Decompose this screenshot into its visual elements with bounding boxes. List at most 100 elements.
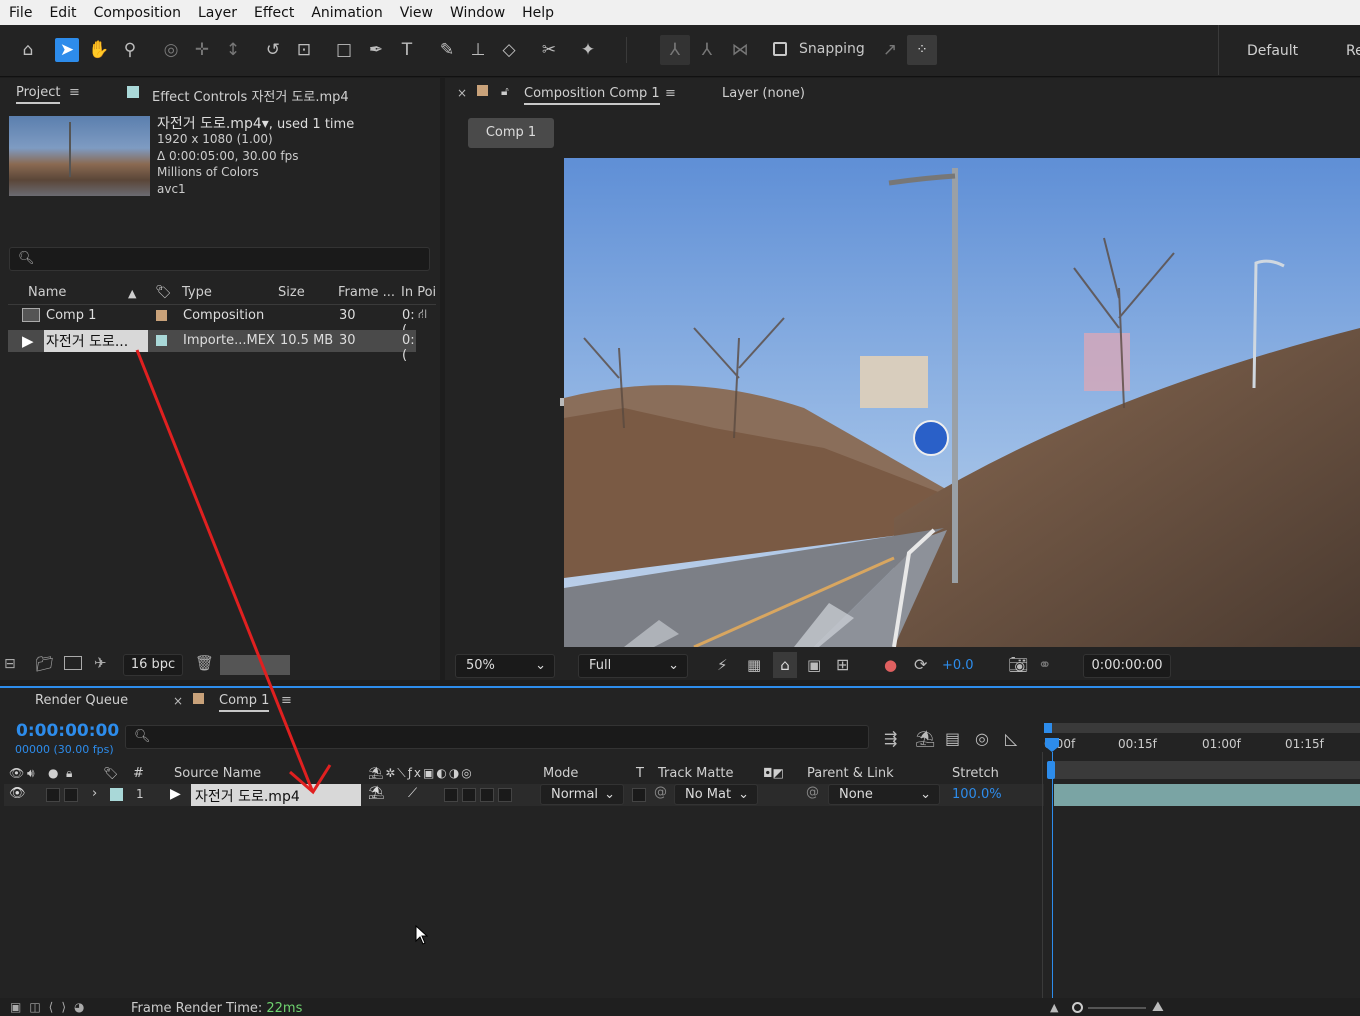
- column-source-name[interactable]: Source Name: [174, 766, 261, 781]
- stretch-value[interactable]: 100.0%: [952, 787, 1002, 802]
- adjust-project-icon[interactable]: ✈: [94, 654, 107, 672]
- quality-switch-icon[interactable]: ⟋: [408, 786, 417, 801]
- pan-camera-icon[interactable]: ✛: [190, 38, 214, 62]
- menu-composition[interactable]: Composition: [85, 5, 189, 21]
- rotate-tool-icon[interactable]: ↺: [261, 38, 285, 62]
- tab-project[interactable]: Project: [16, 85, 61, 104]
- dropdown-triangle-icon[interactable]: ▾: [262, 116, 269, 132]
- channels-icon[interactable]: ●: [884, 656, 897, 674]
- trash-icon[interactable]: 🗑︎: [195, 654, 214, 672]
- motion-blur-icon[interactable]: ◎: [975, 729, 989, 748]
- parent-pickwhip-icon[interactable]: @: [806, 785, 819, 800]
- menu-window[interactable]: Window: [441, 5, 513, 21]
- sort-ascending-icon[interactable]: ▲: [128, 287, 136, 300]
- workspace-next[interactable]: Re: [1346, 43, 1360, 59]
- bit-depth-button[interactable]: 16 bpc: [123, 654, 183, 676]
- menu-edit[interactable]: Edit: [40, 5, 84, 21]
- label-color-swatch[interactable]: [156, 335, 167, 346]
- panel-menu-icon[interactable]: ≡: [69, 85, 80, 100]
- frame-blend-switch[interactable]: [462, 788, 476, 802]
- menu-help[interactable]: Help: [513, 5, 562, 21]
- new-folder-icon[interactable]: 📁︎: [35, 655, 54, 673]
- transparency-grid-icon[interactable]: ▦: [747, 656, 761, 674]
- status-toggle-icons[interactable]: ▣◫⟨⟩◕: [10, 1000, 93, 1014]
- eraser-tool-icon[interactable]: ◇: [497, 38, 521, 62]
- tab-composition[interactable]: Composition Comp 1: [524, 86, 660, 105]
- project-item-comp[interactable]: Comp 1 Composition 30 0:( ⛙: [8, 306, 427, 338]
- close-tab-icon[interactable]: ×: [173, 694, 183, 708]
- shy-layers-icon[interactable]: ⛱: [915, 729, 935, 748]
- viewer-timecode[interactable]: 0:00:00:00: [1083, 654, 1171, 678]
- time-navigator-start[interactable]: [1047, 761, 1055, 779]
- tab-layer[interactable]: Layer (none): [722, 86, 805, 101]
- mode-dropdown[interactable]: Normal ⌄: [540, 784, 624, 805]
- shy-switch-icon[interactable]: ⛱: [368, 786, 385, 801]
- type-tool-icon[interactable]: T: [395, 38, 419, 62]
- region-of-interest-icon[interactable]: ▣: [807, 656, 821, 674]
- label-tag-icon[interactable]: 🏷: [155, 285, 172, 300]
- hand-tool-icon[interactable]: ✋: [87, 38, 111, 62]
- home-icon[interactable]: ⌂: [16, 38, 40, 62]
- magnification-dropdown[interactable]: 50% ⌄: [455, 654, 555, 678]
- audio-toggle[interactable]: [46, 788, 60, 802]
- column-type[interactable]: Type: [182, 285, 212, 300]
- graph-editor-icon[interactable]: ◺: [1005, 729, 1017, 748]
- motion-blur-switch[interactable]: [480, 788, 494, 802]
- panel-menu-icon[interactable]: ≡: [281, 693, 292, 708]
- interpret-footage-icon[interactable]: ⊟: [4, 656, 16, 672]
- puppet-pin-icon[interactable]: ✦: [576, 38, 600, 62]
- layer-source-name[interactable]: 자전거 도로.mp4: [195, 786, 300, 806]
- zoom-slider-thumb[interactable]: [1072, 1002, 1083, 1013]
- menu-layer[interactable]: Layer: [189, 5, 245, 21]
- close-tab-icon[interactable]: ×: [457, 86, 467, 100]
- menu-file[interactable]: File: [0, 5, 40, 21]
- tab-effect-controls[interactable]: Effect Controls 자전거 도로.mp4: [152, 86, 349, 105]
- current-time-display[interactable]: 0:00:00:00: [16, 721, 119, 741]
- menu-view[interactable]: View: [391, 5, 441, 21]
- column-name[interactable]: Name: [28, 285, 66, 300]
- work-area-start-handle[interactable]: [1044, 723, 1052, 733]
- tab-comp[interactable]: Comp 1: [219, 693, 270, 712]
- composition-frame[interactable]: [564, 158, 1360, 647]
- preserve-transparency-toggle[interactable]: [632, 788, 646, 802]
- timeline-search-input[interactable]: 🔍︎: [125, 725, 869, 749]
- rectangle-tool-icon[interactable]: □: [332, 38, 356, 62]
- brush-tool-icon[interactable]: ✎: [435, 38, 459, 62]
- mask-visibility-icon[interactable]: ⌂: [773, 652, 797, 678]
- project-item-footage[interactable]: ▶ 자전거 도로... Importe...MEX 10.5 MB 30 0:(: [8, 330, 416, 363]
- thumbnail-transparency-swatch[interactable]: [220, 655, 290, 675]
- table-row[interactable]: 👁 › 1 ▶ 자전거 도로.mp4 ⛱ ⟋ Normal ⌄ @ No Mat ⌄…: [4, 784, 1044, 806]
- world-axis-icon[interactable]: ⅄: [695, 38, 719, 62]
- column-in-point[interactable]: In Poi: [401, 285, 439, 300]
- pen-tool-icon[interactable]: ✒: [364, 38, 388, 62]
- resolution-dropdown[interactable]: Full ⌄: [578, 654, 688, 678]
- exposure-value[interactable]: +0.0: [942, 658, 974, 673]
- panel-menu-icon[interactable]: ≡: [665, 86, 676, 101]
- layer-duration-bar[interactable]: [1054, 784, 1360, 806]
- effect-switch[interactable]: [444, 788, 458, 802]
- parent-dropdown[interactable]: None ⌄: [828, 784, 940, 805]
- solo-toggle[interactable]: [64, 788, 78, 802]
- snap-options-icon[interactable]: ↗: [878, 38, 902, 62]
- pan-behind-tool-icon[interactable]: ⊡: [292, 38, 316, 62]
- zoom-in-icon[interactable]: ⛰: [1152, 999, 1164, 1015]
- flowchart-icon[interactable]: ⛙: [418, 307, 427, 324]
- zoom-out-icon[interactable]: ▲: [1050, 1001, 1058, 1014]
- dolly-camera-icon[interactable]: ↕: [221, 38, 245, 62]
- workspace-default[interactable]: Default: [1247, 43, 1298, 59]
- show-snapshot-icon[interactable]: ⚭: [1038, 655, 1051, 674]
- reset-exposure-icon[interactable]: ⟳: [914, 655, 927, 674]
- orbit-camera-icon[interactable]: ◎: [159, 38, 183, 62]
- menu-animation[interactable]: Animation: [302, 5, 390, 21]
- menu-effect[interactable]: Effect: [245, 5, 302, 21]
- track-matte-dropdown[interactable]: No Mat ⌄: [674, 784, 758, 805]
- adjustment-switch[interactable]: [498, 788, 512, 802]
- matte-pickwhip-icon[interactable]: @: [654, 785, 667, 800]
- zoom-tool-icon[interactable]: ⚲: [118, 38, 142, 62]
- fast-previews-icon[interactable]: ⚡︎: [717, 656, 728, 674]
- frame-blending-icon[interactable]: ▤: [945, 729, 960, 748]
- roto-brush-icon[interactable]: ✂: [537, 38, 561, 62]
- project-search-input[interactable]: 🔍︎: [9, 247, 430, 271]
- grid-guides-icon[interactable]: ⊞: [836, 655, 849, 674]
- expand-chevron-icon[interactable]: ›: [92, 786, 97, 801]
